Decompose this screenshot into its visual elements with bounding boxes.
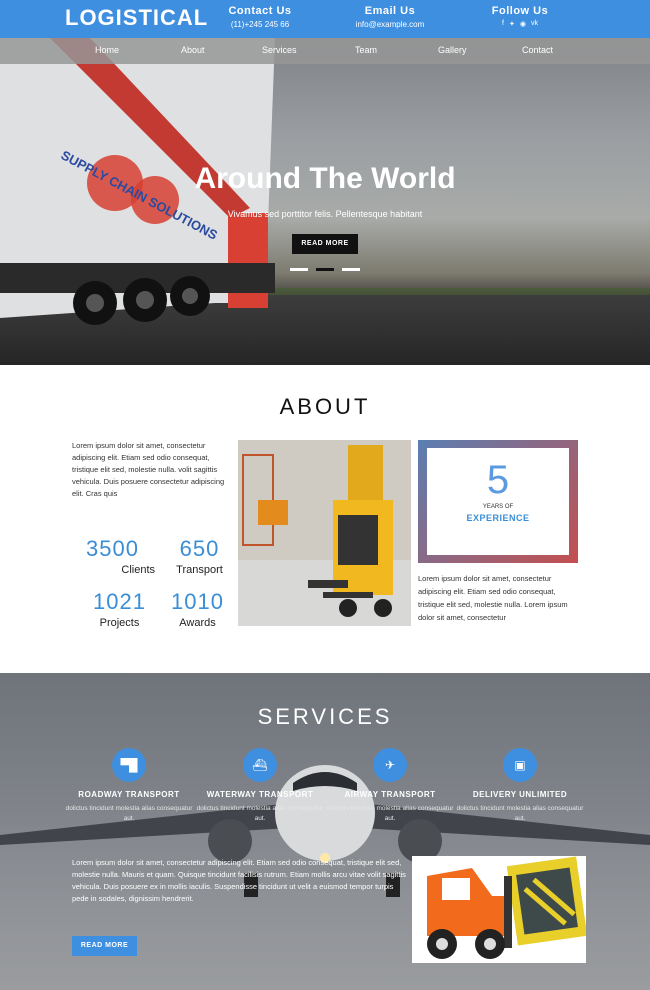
- truck-icon: ▀█: [112, 748, 146, 782]
- ship-icon: ⛴: [243, 748, 277, 782]
- nav-services[interactable]: Services: [262, 45, 297, 55]
- stat-label: Awards: [179, 617, 216, 629]
- hero-read-more-button[interactable]: READ MORE: [292, 234, 358, 254]
- services-read-more-button[interactable]: READ MORE: [72, 936, 137, 956]
- services-text: Lorem ipsum dolor sit amet, consectetur …: [72, 858, 406, 903]
- contact-info: Contact Us (11)+245 245 66: [220, 5, 300, 29]
- stat-awards: 1010 Awards: [155, 589, 240, 629]
- service-desc: dolictus tincidunt molestia alias conseq…: [196, 805, 324, 822]
- experience-number: 5: [486, 458, 510, 502]
- top-bar: LOGISTICAL Contact Us (11)+245 245 66 Em…: [0, 0, 650, 38]
- stat-number: 1010: [171, 589, 224, 614]
- warehouse-forklift-image: [238, 440, 411, 626]
- experience-box: 5 YEARS OF EXPERIENCE: [418, 440, 578, 563]
- services-title: SERVICES: [257, 704, 393, 729]
- stat-number: 650: [179, 536, 220, 561]
- service-desc: dolictus tincidunt molestia alias conseq…: [65, 805, 193, 822]
- service-name: WATERWAY TRANSPORT: [206, 790, 314, 799]
- service-waterway[interactable]: ⛴ WATERWAY TRANSPORT dolictus tincidunt …: [195, 748, 325, 824]
- logo[interactable]: LOGISTICAL: [65, 5, 208, 31]
- nav-contact[interactable]: Contact: [522, 45, 553, 55]
- service-roadway[interactable]: ▀█ ROADWAY TRANSPORT dolictus tincidunt …: [64, 748, 194, 824]
- stat-projects: 1021 Projects: [77, 589, 162, 629]
- contact-phone: (11)+245 245 66: [230, 20, 290, 29]
- experience-card: 5 YEARS OF EXPERIENCE: [427, 448, 569, 555]
- hero-title: Around The World: [194, 162, 456, 195]
- nav-home[interactable]: Home: [95, 45, 119, 55]
- twitter-icon[interactable]: ✦: [509, 20, 515, 28]
- nav-team[interactable]: Team: [355, 45, 377, 55]
- experience-label: EXPERIENCE: [466, 513, 530, 523]
- hero-slider: SUPPLY CHAIN SOLUTIONS Around The World …: [0, 38, 650, 365]
- about-text-secondary: Lorem ipsum dolor sit amet, consectetur …: [418, 574, 568, 622]
- rss-icon[interactable]: ◉: [520, 20, 526, 28]
- stat-transport: 650 Transport: [157, 536, 242, 576]
- email-title: Email Us: [364, 5, 416, 17]
- service-name: DELIVERY UNLIMITED: [472, 790, 568, 799]
- email-address[interactable]: info@example.com: [345, 20, 435, 29]
- social-icons: f ✦ ◉ vk: [485, 20, 555, 28]
- service-delivery[interactable]: ▣ DELIVERY UNLIMITED dolictus tincidunt …: [455, 748, 585, 824]
- service-desc: dolictus tincidunt molestia alias conseq…: [456, 805, 584, 822]
- slider-dot[interactable]: [342, 268, 360, 271]
- about-title: ABOUT: [279, 394, 371, 419]
- email-info: Email Us info@example.com: [345, 5, 435, 29]
- service-name: ROADWAY TRANSPORT: [78, 790, 180, 799]
- service-airway[interactable]: ✈ AIRWAY TRANSPORT dolictus tincidunt mo…: [325, 748, 455, 824]
- nav-gallery[interactable]: Gallery: [438, 45, 467, 55]
- stat-label: Projects: [99, 617, 140, 629]
- service-desc: dolictus tincidunt molestia alias conseq…: [326, 805, 454, 822]
- experience-years: YEARS OF: [482, 504, 514, 510]
- facebook-icon[interactable]: f: [502, 20, 504, 28]
- stat-label: Transport: [176, 564, 223, 576]
- contact-title: Contact Us: [228, 5, 292, 17]
- service-name: AIRWAY TRANSPORT: [344, 790, 436, 799]
- slider-dot[interactable]: [290, 268, 308, 271]
- plane-icon: ✈: [373, 748, 407, 782]
- stat-number: 3500: [86, 536, 139, 561]
- main-nav: Home About Services Team Gallery Contact: [0, 38, 650, 64]
- slider-dot-active[interactable]: [316, 268, 334, 271]
- slider-dots: [290, 268, 360, 271]
- stat-number: 1021: [93, 589, 146, 614]
- stat-clients: 3500 Clients: [70, 536, 155, 576]
- about-text: Lorem ipsum dolor sit amet, consectetur …: [72, 441, 225, 498]
- forklift-illustration: [412, 856, 588, 963]
- stat-label: Clients: [121, 564, 155, 576]
- hero-subtitle: Vivamus sed porttitor felis. Pellentesqu…: [227, 209, 423, 219]
- follow-title: Follow Us: [491, 5, 549, 17]
- nav-about[interactable]: About: [181, 45, 205, 55]
- bus-icon: ▣: [503, 748, 537, 782]
- page: LOGISTICAL Contact Us (11)+245 245 66 Em…: [0, 0, 650, 990]
- follow-info: Follow Us f ✦ ◉ vk: [485, 5, 555, 28]
- services-section: SERVICES ▀█ ROADWAY TRANSPORT dolictus t…: [0, 673, 650, 990]
- vk-icon[interactable]: vk: [531, 20, 538, 28]
